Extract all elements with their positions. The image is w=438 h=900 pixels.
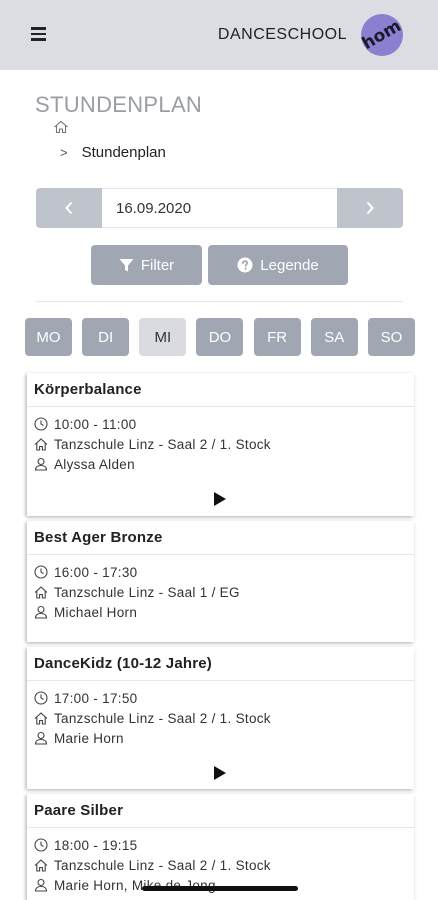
class-title: Best Ager Bronze [27, 521, 414, 555]
class-title: Paare Silber [27, 794, 414, 828]
class-teacher: Marie Horn [34, 728, 414, 748]
day-tab-mo[interactable]: MO [25, 318, 72, 356]
user-icon [34, 731, 48, 745]
funnel-icon [119, 258, 134, 271]
class-location: Tanzschule Linz - Saal 2 / 1. Stock [34, 434, 414, 454]
breadcrumb-current: Stundenplan [81, 144, 166, 161]
home-icon [34, 437, 48, 451]
class-time-text: 18:00 - 19:15 [54, 837, 138, 853]
day-tab-do[interactable]: DO [196, 318, 244, 356]
class-time-text: 16:00 - 17:30 [54, 564, 138, 580]
breadcrumb: > Stundenplan [60, 144, 166, 161]
class-location: Tanzschule Linz - Saal 2 / 1. Stock [34, 855, 414, 875]
class-location: Tanzschule Linz - Saal 1 / EG [34, 582, 414, 602]
class-time: 17:00 - 17:50 [34, 688, 414, 708]
school-logo[interactable]: hom [361, 14, 403, 56]
date-navigator: 16.09.2020 [36, 188, 403, 228]
filter-label: Filter [140, 256, 175, 274]
day-tab-mi[interactable]: MI [139, 318, 187, 356]
home-icon[interactable] [53, 120, 69, 134]
class-card[interactable]: DanceKidz (10-12 Jahre) 17:00 - 17:50 Ta… [27, 647, 414, 789]
chevron-right-icon: > [60, 145, 68, 160]
page-title: STUNDENPLAN [35, 92, 203, 117]
class-title: DanceKidz (10-12 Jahre) [27, 647, 414, 681]
class-location-text: Tanzschule Linz - Saal 1 / EG [54, 584, 240, 600]
class-card[interactable]: Körperbalance 10:00 - 11:00 Tanzschule L… [27, 373, 414, 516]
clock-icon [34, 565, 48, 579]
date-field[interactable]: 16.09.2020 [102, 188, 337, 228]
class-card[interactable]: Paare Silber 18:00 - 19:15 Tanzschule Li… [27, 794, 414, 900]
home-icon [34, 585, 48, 599]
logo-text: hom [361, 15, 403, 55]
class-card[interactable]: Best Ager Bronze 16:00 - 17:30 Tanzschul… [27, 521, 414, 642]
menu-icon[interactable] [31, 27, 46, 41]
class-time: 18:00 - 19:15 [34, 835, 414, 855]
legend-button[interactable]: Legende [208, 245, 348, 285]
weekday-selector: MO DI MI DO FR SA SO [25, 318, 415, 356]
user-icon [34, 457, 48, 471]
clock-icon [34, 691, 48, 705]
question-circle-icon [237, 257, 253, 273]
class-time: 10:00 - 11:00 [34, 414, 414, 434]
user-icon [34, 605, 48, 619]
day-tab-fr[interactable]: FR [253, 318, 301, 356]
home-indicator[interactable] [142, 886, 298, 891]
previous-day-button[interactable] [36, 188, 102, 228]
class-teacher-text: Alyssa Alden [54, 456, 135, 472]
chevron-right-icon [366, 201, 374, 215]
chevron-left-icon [65, 201, 73, 215]
class-teacher: Marie Horn, Mike de Jong [34, 875, 414, 895]
clock-icon [34, 838, 48, 852]
class-location: Tanzschule Linz - Saal 2 / 1. Stock [34, 708, 414, 728]
class-time: 16:00 - 17:30 [34, 562, 414, 582]
top-app-bar: DANCESCHOOL hom [0, 0, 438, 70]
home-icon [34, 711, 48, 725]
class-time-text: 17:00 - 17:50 [54, 690, 138, 706]
class-location-text: Tanzschule Linz - Saal 2 / 1. Stock [54, 857, 271, 873]
class-time-text: 10:00 - 11:00 [54, 416, 137, 432]
class-teacher-text: Marie Horn [54, 730, 124, 746]
day-tab-sa[interactable]: SA [310, 318, 358, 356]
class-location-text: Tanzschule Linz - Saal 2 / 1. Stock [54, 710, 271, 726]
play-icon[interactable] [214, 492, 226, 506]
class-title: Körperbalance [27, 373, 414, 407]
legend-label: Legende [260, 256, 319, 274]
day-tab-so[interactable]: SO [367, 318, 415, 356]
clock-icon [34, 417, 48, 431]
brand-name: DANCESCHOOL [217, 26, 347, 43]
class-teacher-text: Michael Horn [54, 604, 138, 620]
user-icon [34, 878, 48, 892]
home-icon [34, 858, 48, 872]
filter-button[interactable]: Filter [91, 245, 202, 285]
play-icon[interactable] [214, 766, 226, 780]
day-tab-di[interactable]: DI [82, 318, 130, 356]
divider [36, 301, 403, 302]
class-teacher: Michael Horn [34, 602, 414, 622]
next-day-button[interactable] [337, 188, 403, 228]
class-location-text: Tanzschule Linz - Saal 2 / 1. Stock [54, 436, 271, 452]
class-teacher: Alyssa Alden [34, 454, 414, 474]
